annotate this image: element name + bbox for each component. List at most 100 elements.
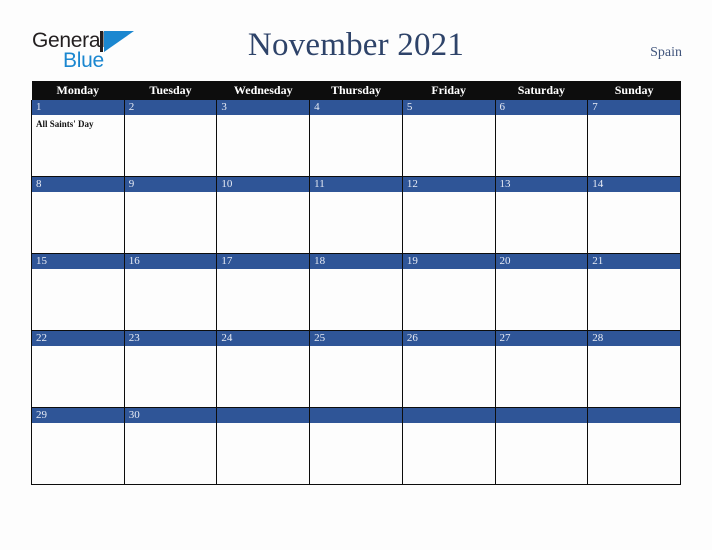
day-number [588,408,680,423]
calendar-header-row: Monday Tuesday Wednesday Thursday Friday… [31,81,681,100]
day-events [125,115,217,119]
calendar-week-row: 29 30 [31,407,681,485]
day-number: 23 [124,331,217,346]
day-number: 26 [402,331,495,346]
day-number: 28 [588,331,680,346]
weekday-header-monday: Monday [31,81,125,100]
day-events [496,192,588,196]
calendar-day-cell[interactable]: 6 [494,100,589,177]
day-number: 21 [588,254,680,269]
day-number: 13 [495,177,588,192]
day-events [125,269,217,273]
day-events [32,192,124,196]
calendar-day-cell[interactable]: 18 [309,253,403,331]
weekday-header-saturday: Saturday [495,81,588,100]
day-events [125,192,217,196]
day-events [310,269,402,273]
day-events: All Saints' Day [32,115,124,130]
day-events [588,346,680,350]
calendar-day-cell[interactable]: 8 [31,176,125,254]
day-number: 19 [402,254,495,269]
calendar-day-cell[interactable]: 21 [587,253,681,331]
day-number [495,408,588,423]
page-title: November 2021 [247,27,465,63]
day-events [588,115,680,119]
calendar-day-cell[interactable]: 9 [123,176,218,254]
day-number: 29 [32,408,124,423]
weekday-header-wednesday: Wednesday [216,81,310,100]
calendar-day-cell[interactable] [401,407,496,485]
day-events [588,269,680,273]
day-events [310,115,402,119]
day-events [32,346,124,350]
calendar-day-cell[interactable]: 23 [123,330,218,408]
calendar-day-cell[interactable]: 5 [401,100,496,177]
calendar-day-cell[interactable]: 2 [123,100,218,177]
day-number: 27 [495,331,588,346]
day-number: 24 [217,331,310,346]
day-number: 17 [217,254,310,269]
day-events [496,115,588,119]
calendar-day-cell[interactable]: 29 [31,407,125,485]
calendar-day-cell[interactable] [494,407,589,485]
day-events [403,423,495,427]
calendar-day-cell[interactable]: 16 [123,253,218,331]
day-number: 12 [402,177,495,192]
calendar-day-cell[interactable]: 7 [587,100,681,177]
calendar-day-cell[interactable]: 12 [401,176,496,254]
day-events [217,346,309,350]
calendar-day-cell[interactable]: 22 [31,330,125,408]
calendar-day-cell[interactable]: 30 [123,407,218,485]
calendar-day-cell[interactable]: 26 [401,330,496,408]
calendar-table: Monday Tuesday Wednesday Thursday Friday… [31,81,681,485]
page-header: General Blue November 2021 Spain [0,0,712,80]
weekday-header-tuesday: Tuesday [124,81,217,100]
day-events [588,423,680,427]
calendar-week-row: 8 9 10 11 12 13 14 [31,176,681,254]
day-number: 15 [32,254,124,269]
calendar-day-cell[interactable]: 10 [216,176,311,254]
calendar-day-cell[interactable] [309,407,403,485]
weekday-header-friday: Friday [402,81,496,100]
day-events [217,423,309,427]
calendar-day-cell[interactable] [216,407,311,485]
calendar-day-cell[interactable]: 28 [587,330,681,408]
day-events [217,269,309,273]
day-events [403,346,495,350]
calendar-day-cell[interactable]: 17 [216,253,311,331]
calendar-day-cell[interactable]: 14 [587,176,681,254]
day-events [496,346,588,350]
day-number: 18 [310,254,402,269]
calendar-week-row: 1 All Saints' Day 2 3 4 5 6 7 [31,100,681,177]
calendar-day-cell[interactable]: 1 All Saints' Day [31,100,125,177]
event-label: All Saints' Day [36,119,94,129]
calendar-day-cell[interactable]: 3 [216,100,311,177]
calendar-day-cell[interactable]: 24 [216,330,311,408]
day-number: 7 [588,100,680,115]
day-number: 11 [310,177,402,192]
day-events [403,115,495,119]
day-number [217,408,310,423]
calendar-day-cell[interactable] [587,407,681,485]
day-events [217,115,309,119]
day-events [217,192,309,196]
calendar-day-cell[interactable]: 20 [494,253,589,331]
calendar-body: 1 All Saints' Day 2 3 4 5 6 7 8 9 10 11 12 13 14 15 16 17… [31,100,681,485]
day-number: 16 [124,254,217,269]
calendar-day-cell[interactable]: 25 [309,330,403,408]
day-events [496,423,588,427]
day-number: 3 [217,100,310,115]
day-events [403,269,495,273]
day-number: 4 [310,100,402,115]
calendar-day-cell[interactable]: 11 [309,176,403,254]
day-events [496,269,588,273]
calendar-day-cell[interactable]: 19 [401,253,496,331]
day-events [125,346,217,350]
calendar-day-cell[interactable]: 4 [309,100,403,177]
calendar-day-cell[interactable]: 13 [494,176,589,254]
calendar-day-cell[interactable]: 15 [31,253,125,331]
calendar-day-cell[interactable]: 27 [494,330,589,408]
day-events [125,423,217,427]
day-number: 8 [32,177,124,192]
country-label: Spain [650,45,682,60]
